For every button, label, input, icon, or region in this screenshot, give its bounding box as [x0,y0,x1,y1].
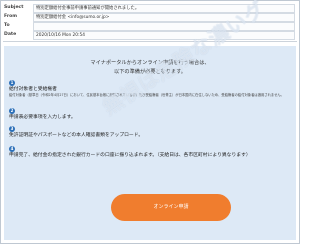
from-label: From [4,14,18,19]
step-2-badge: 2 [9,108,15,114]
date-row: Date 2020/10/16 Mon 20:54 [4,30,297,40]
intro-line-2: 以下の準備が必要となります。 [114,69,186,75]
intro-line-1: マイナポータルからオンライン申請を行う場合は、 [90,60,210,66]
date-field[interactable]: 2020/10/16 Mon 20:54 [33,31,295,40]
step-2-title: 申請表必要事項を入力します。 [9,115,76,120]
step-3-badge: 3 [9,126,15,132]
step-4-title: 申請完了、給付金の指定された銀行カードの口座に振り込まれます。（支給日は、各市区… [9,153,251,158]
from-row: From 特別定額給付金 <info@sumo.or.jp> [4,12,297,22]
header-divider [3,41,297,42]
email-window: Subject 特別定額給付金事前申請事前通知が開始されました。 From 特別… [0,0,300,244]
date-label: Date [4,32,17,37]
step-1-badge: 1 [9,80,15,86]
email-body: マイナポータルからオンライン申請を行う場合は、 以下の準備が必要となります。 1… [4,46,296,240]
step-4-badge: 4 [9,146,15,152]
to-row: To [4,21,297,31]
step-3-title: 免許証明証やパスポートなどの本人確認書類をアップロード。 [9,133,144,138]
subject-label: Subject [4,5,24,10]
email-header: Subject 特別定額給付金事前申請事前通知が開始されました。 From 特別… [1,1,299,43]
online-application-button[interactable]: オンライン申請 [111,194,231,221]
to-label: To [4,23,10,28]
step-1-description: 給付対象者（基準日（令和2年4月27日）において、住民基本台帳に記録されている者… [9,93,284,97]
subject-row: Subject 特別定額給付金事前申請事前通知が開始されました。 [4,3,297,13]
